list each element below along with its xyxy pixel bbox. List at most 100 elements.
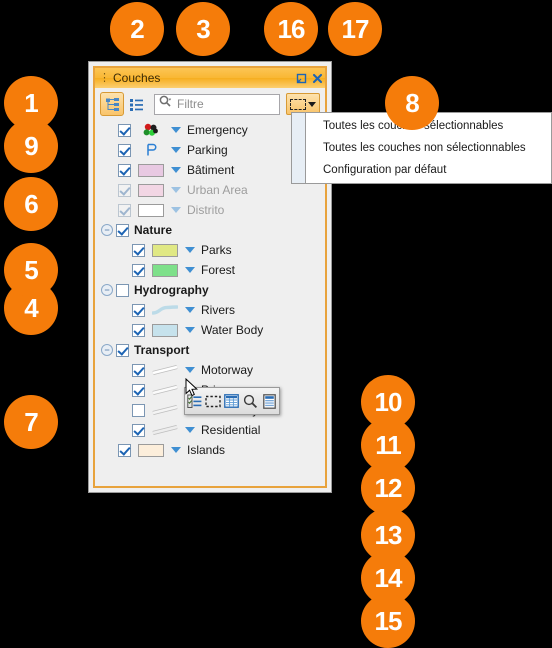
layer-checkbox[interactable]	[116, 223, 129, 237]
layer-label: Residential	[201, 423, 261, 437]
layer-checkbox[interactable]	[118, 163, 131, 177]
layer-label: Distrito	[187, 203, 225, 217]
callout-badge: 8	[385, 76, 439, 130]
layer-row[interactable]: − Hydrography	[95, 280, 325, 300]
expand-symbology-icon[interactable]	[171, 167, 181, 173]
layer-checkbox[interactable]	[132, 403, 145, 417]
expand-symbology-icon[interactable]	[185, 327, 195, 333]
layer-checkbox[interactable]	[116, 343, 129, 357]
layer-symbol	[150, 423, 180, 437]
color-swatch	[138, 183, 164, 197]
tree-view-button[interactable]	[100, 92, 124, 116]
panel-titlebar[interactable]: ⋮ Couches	[95, 68, 325, 88]
layer-symbol	[136, 203, 166, 217]
layer-context-toolbar[interactable]	[184, 387, 280, 415]
layer-label: Parks	[201, 243, 232, 257]
layer-row[interactable]: Distrito	[95, 200, 325, 220]
callout-badge: 12	[361, 461, 415, 515]
layer-checkbox[interactable]	[132, 423, 145, 437]
expand-symbology-icon[interactable]	[171, 447, 181, 453]
layer-symbol	[150, 323, 180, 337]
float-icon[interactable]	[293, 70, 309, 86]
layer-label: Hydrography	[134, 283, 209, 297]
search-icon	[159, 95, 173, 113]
layer-checkbox[interactable]	[118, 123, 131, 137]
layer-row[interactable]: Rivers	[95, 300, 325, 320]
close-icon[interactable]	[309, 70, 325, 86]
layer-checkbox[interactable]	[132, 383, 145, 397]
dashed-rectangle-icon	[290, 98, 306, 110]
layer-row[interactable]: − Transport	[95, 340, 325, 360]
properties-icon[interactable]	[262, 393, 278, 409]
layer-symbol	[150, 363, 180, 377]
parking-icon	[147, 143, 157, 156]
leader-line-1	[58, 101, 92, 104]
menu-item[interactable]: Configuration par défaut	[306, 159, 551, 181]
expand-symbology-icon[interactable]	[171, 127, 181, 133]
road-line-symbol	[152, 385, 178, 395]
layer-label: Bâtiment	[187, 163, 235, 177]
layer-row[interactable]: Islands	[95, 440, 325, 460]
color-swatch	[152, 323, 178, 337]
layer-symbol	[150, 243, 180, 257]
collapse-toggle-icon[interactable]: −	[101, 284, 113, 296]
layer-row[interactable]: Parks	[95, 240, 325, 260]
layer-label: Nature	[134, 223, 173, 237]
expand-symbology-icon[interactable]	[171, 147, 181, 153]
layer-row[interactable]: − Nature	[95, 220, 325, 240]
layer-checkbox[interactable]	[116, 283, 129, 297]
layer-row[interactable]: Water Body	[95, 320, 325, 340]
layer-label: Forest	[201, 263, 236, 277]
collapse-toggle-icon[interactable]: −	[101, 224, 113, 236]
attribute-table-icon[interactable]	[224, 393, 240, 409]
layer-checkbox[interactable]	[118, 183, 131, 197]
zoom-magnifier-icon[interactable]	[243, 393, 259, 409]
layer-checkbox[interactable]	[118, 443, 131, 457]
drag-grip-icon[interactable]: ⋮	[99, 73, 110, 84]
collapse-toggle-icon[interactable]: −	[101, 344, 113, 356]
leader-line-14b	[207, 571, 364, 574]
layer-checkbox[interactable]	[132, 243, 145, 257]
callout-badge: 6	[4, 177, 58, 231]
layer-checkbox[interactable]	[118, 203, 131, 217]
menu-item[interactable]: Toutes les couches non sélectionnables	[306, 137, 551, 159]
layer-checkbox[interactable]	[118, 143, 131, 157]
layer-label: Motorway	[201, 363, 254, 377]
layer-checkbox[interactable]	[132, 263, 145, 277]
checklist-icon[interactable]	[186, 393, 202, 409]
road-line-symbol	[152, 425, 178, 435]
chevron-down-icon	[308, 101, 316, 107]
expand-symbology-icon[interactable]	[171, 187, 181, 193]
filter-input[interactable]: Filtre	[154, 93, 280, 115]
expand-symbology-icon[interactable]	[171, 207, 181, 213]
layer-row[interactable]: Motorway	[95, 360, 325, 380]
layer-checkbox[interactable]	[132, 303, 145, 317]
expand-symbology-icon[interactable]	[185, 247, 195, 253]
color-swatch	[138, 443, 164, 457]
layer-label: Urban Area	[187, 183, 248, 197]
layer-checkbox[interactable]	[132, 363, 145, 377]
leader-line-8	[330, 101, 364, 104]
river-line-symbol	[152, 305, 178, 315]
layer-row[interactable]: Residential	[95, 420, 325, 440]
expand-symbology-icon[interactable]	[185, 427, 195, 433]
layer-symbol	[136, 183, 166, 197]
emergency-cluster-icon	[143, 123, 158, 136]
layer-checkbox[interactable]	[132, 323, 145, 337]
layer-symbol	[150, 403, 180, 417]
layer-symbol	[136, 143, 166, 157]
leader-line-13b	[227, 528, 364, 531]
expand-symbology-icon[interactable]	[185, 307, 195, 313]
expand-symbology-icon[interactable]	[185, 267, 195, 273]
road-line-symbol	[152, 405, 178, 415]
select-rectangle-icon[interactable]	[205, 393, 221, 409]
layer-row[interactable]: Forest	[95, 260, 325, 280]
expand-symbology-icon[interactable]	[185, 367, 195, 373]
color-swatch	[138, 163, 164, 177]
layer-label: Water Body	[201, 323, 264, 337]
callout-badge: 16	[264, 2, 318, 56]
list-view-button[interactable]	[124, 92, 148, 116]
layer-symbol	[150, 303, 180, 317]
layer-label: Parking	[187, 143, 228, 157]
layer-symbol	[136, 163, 166, 177]
